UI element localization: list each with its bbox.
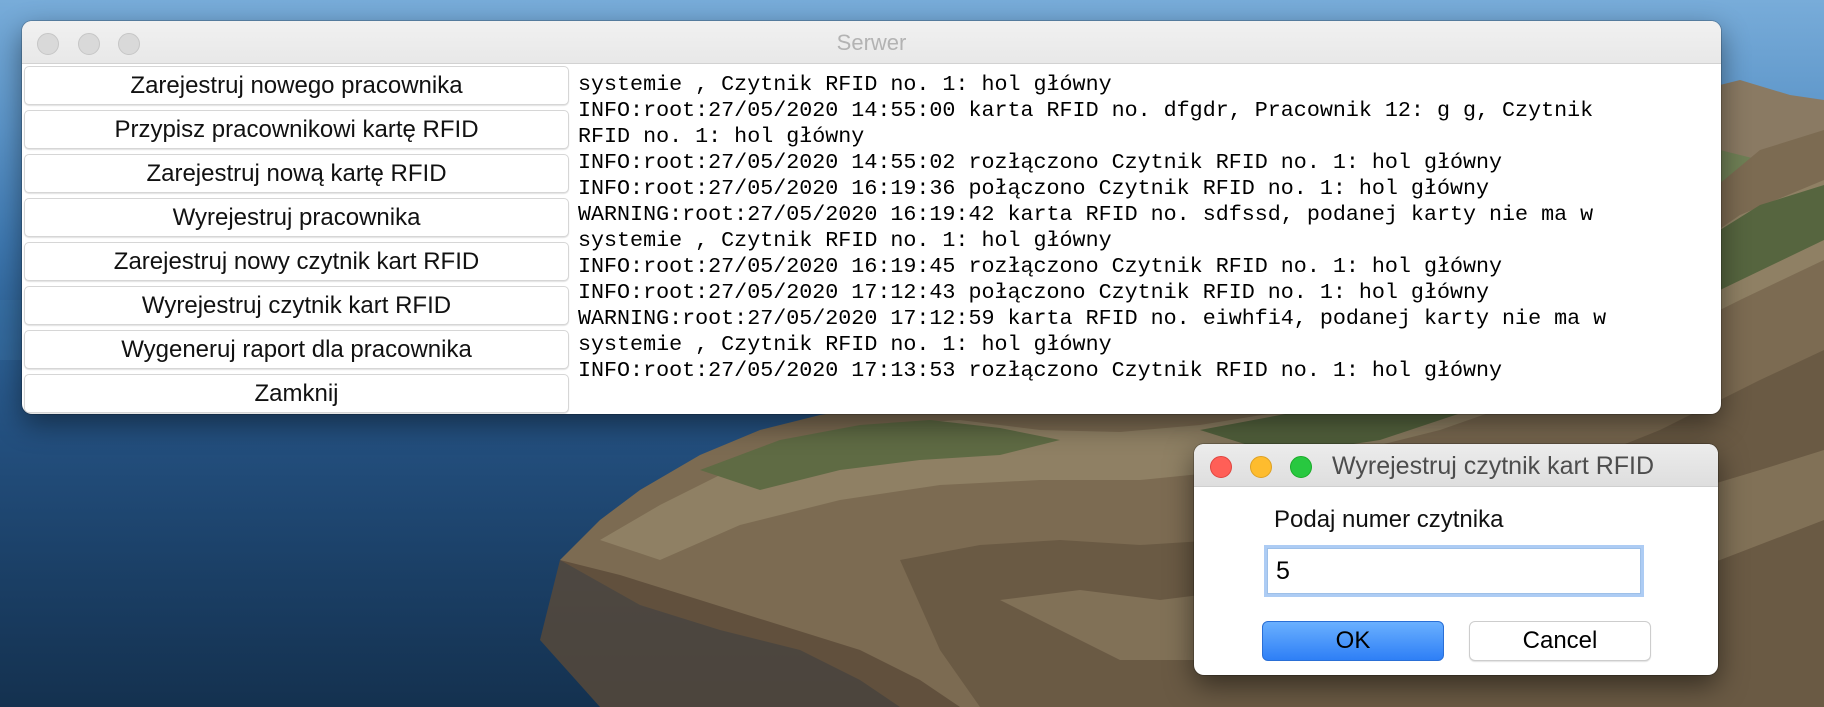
- unregister-reader-dialog: Wyrejestruj czytnik kart RFID Podaj nume…: [1194, 444, 1718, 675]
- register-employee-button[interactable]: Zarejestruj nowego pracownika: [24, 66, 569, 105]
- log-line: INFO:root:27/05/2020 16:19:45 rozłączono…: [578, 254, 1503, 279]
- close-icon[interactable]: [1210, 456, 1232, 478]
- server-window: Serwer Zarejestruj nowego pracownika Prz…: [22, 21, 1721, 414]
- unregister-employee-button[interactable]: Wyrejestruj pracownika: [24, 198, 569, 237]
- cancel-button[interactable]: Cancel: [1469, 621, 1651, 661]
- close-app-button[interactable]: Zamknij: [24, 374, 569, 413]
- log-line: WARNING:root:27/05/2020 16:19:42 karta R…: [578, 202, 1594, 227]
- assign-rfid-card-button[interactable]: Przypisz pracownikowi kartę RFID: [24, 110, 569, 149]
- minimize-icon[interactable]: [1250, 456, 1272, 478]
- register-rfid-card-button[interactable]: Zarejestruj nową kartę RFID: [24, 154, 569, 193]
- reader-number-label: Podaj numer czytnika: [1274, 506, 1504, 533]
- dialog-title: Wyrejestruj czytnik kart RFID: [1332, 452, 1655, 480]
- log-line: INFO:root:27/05/2020 14:55:00 karta RFID…: [578, 98, 1594, 123]
- dialog-titlebar[interactable]: Wyrejestruj czytnik kart RFID: [1194, 444, 1718, 487]
- unregister-reader-button[interactable]: Wyrejestruj czytnik kart RFID: [24, 286, 569, 325]
- zoom-icon[interactable]: [1290, 456, 1312, 478]
- log-line: systemie , Czytnik RFID no. 1: hol główn…: [578, 72, 1112, 97]
- action-button-list: Zarejestruj nowego pracownika Przypisz p…: [24, 66, 569, 414]
- log-line: systemie , Czytnik RFID no. 1: hol główn…: [578, 332, 1112, 357]
- log-line: WARNING:root:27/05/2020 17:12:59 karta R…: [578, 306, 1607, 331]
- log-line: INFO:root:27/05/2020 16:19:36 połączono …: [578, 176, 1490, 201]
- main-titlebar[interactable]: Serwer: [22, 21, 1721, 64]
- log-line: systemie , Czytnik RFID no. 1: hol główn…: [578, 228, 1112, 253]
- log-line: RFID no. 1: hol główny: [578, 124, 865, 149]
- log-line: INFO:root:27/05/2020 17:13:53 rozłączono…: [578, 358, 1503, 383]
- register-reader-button[interactable]: Zarejestruj nowy czytnik kart RFID: [24, 242, 569, 281]
- log-output[interactable]: systemie , Czytnik RFID no. 1: hol główn…: [578, 72, 1716, 410]
- reader-number-input[interactable]: [1267, 548, 1641, 594]
- log-line: INFO:root:27/05/2020 14:55:02 rozłączono…: [578, 150, 1503, 175]
- log-line: INFO:root:27/05/2020 17:12:43 połączono …: [578, 280, 1490, 305]
- window-title: Serwer: [836, 30, 907, 55]
- generate-report-button[interactable]: Wygeneruj raport dla pracownika: [24, 330, 569, 369]
- ok-button[interactable]: OK: [1262, 621, 1444, 661]
